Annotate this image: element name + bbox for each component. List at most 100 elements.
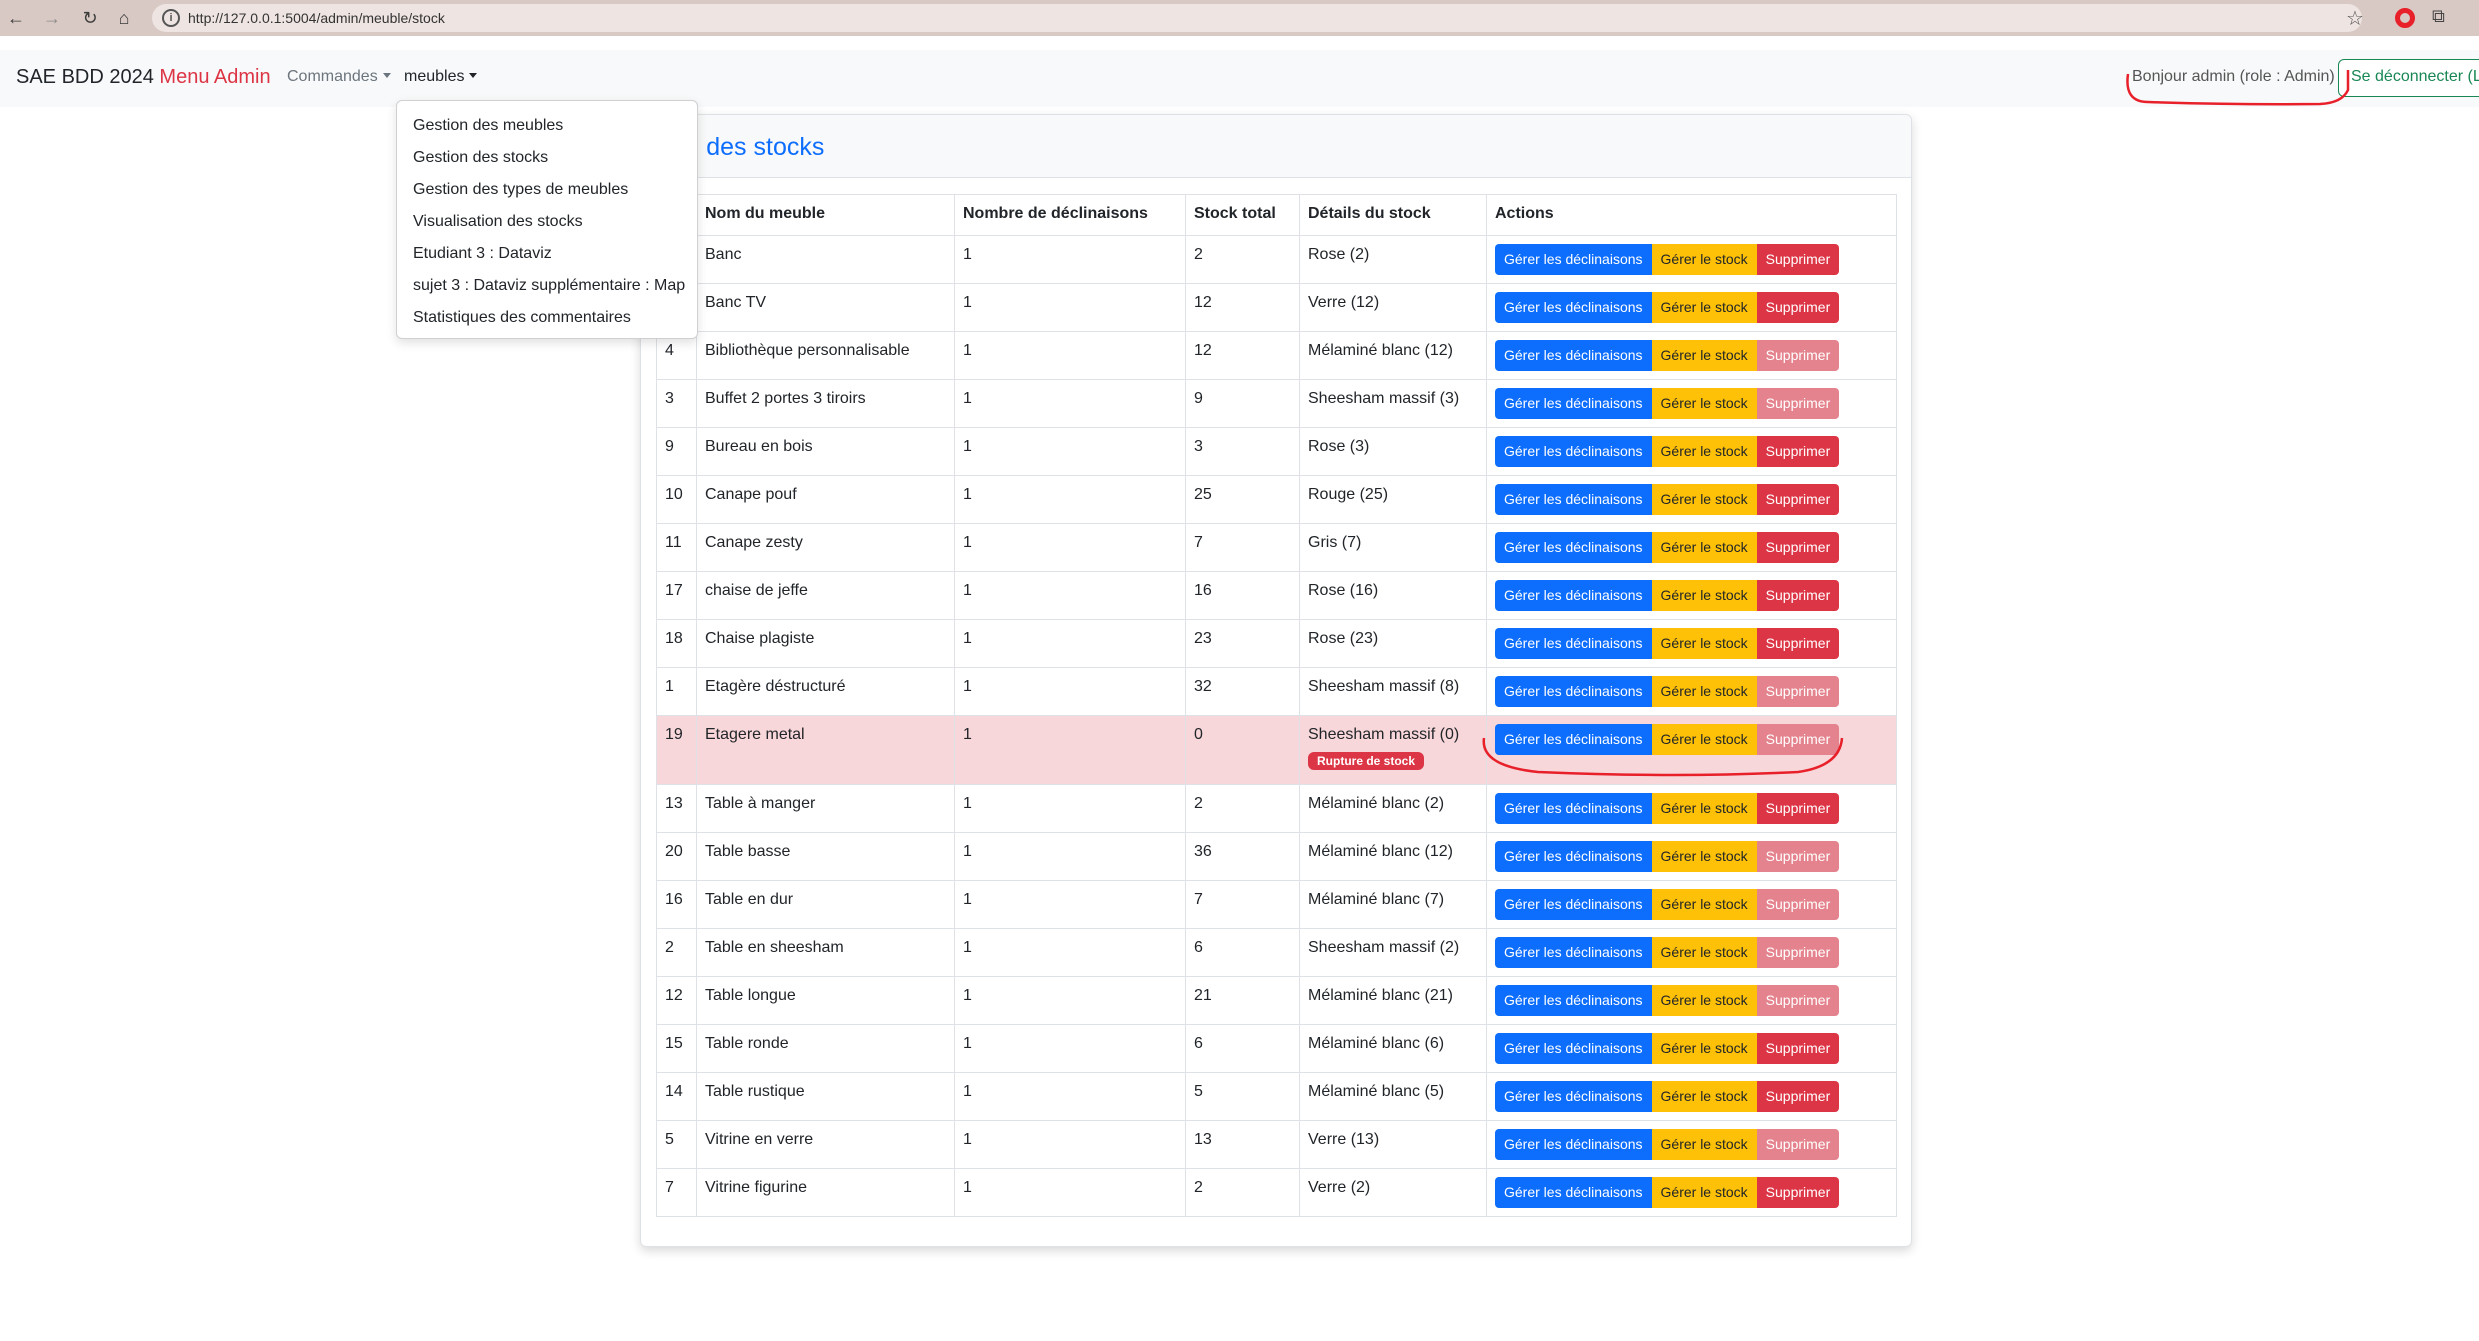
- manage-stock-button[interactable]: Gérer le stock: [1651, 793, 1757, 824]
- manage-stock-button[interactable]: Gérer le stock: [1651, 340, 1757, 371]
- manage-stock-button[interactable]: Gérer le stock: [1651, 580, 1757, 611]
- manage-variants-button[interactable]: Gérer les déclinaisons: [1495, 532, 1652, 563]
- manage-stock-button[interactable]: Gérer le stock: [1651, 388, 1757, 419]
- table-header-row: Nom du meuble Nombre de déclinaisons Sto…: [656, 194, 1897, 236]
- cell-details-text: Rose (3): [1308, 438, 1370, 455]
- table-row: 18 Chaise plagiste 1 23 Rose (23) Gérer les d…: [656, 619, 1897, 668]
- manage-stock-button[interactable]: Gérer le stock: [1651, 1177, 1757, 1208]
- delete-button[interactable]: Supprimer: [1756, 244, 1840, 275]
- manage-stock-button[interactable]: Gérer le stock: [1651, 244, 1757, 275]
- manage-variants-button[interactable]: Gérer les déclinaisons: [1495, 484, 1652, 515]
- back-icon[interactable]: ←: [6, 8, 26, 28]
- brand-accent: Menu Admin: [159, 66, 271, 88]
- delete-button[interactable]: Supprimer: [1756, 340, 1840, 371]
- delete-button[interactable]: Supprimer: [1756, 292, 1840, 323]
- manage-variants-button[interactable]: Gérer les déclinaisons: [1495, 244, 1652, 275]
- dropdown-item[interactable]: Visualisation des stocks: [397, 209, 697, 241]
- delete-button[interactable]: Supprimer: [1756, 1129, 1840, 1160]
- cell-id-text: 19: [665, 726, 683, 743]
- manage-variants-button[interactable]: Gérer les déclinaisons: [1495, 1177, 1652, 1208]
- cell-total: 32: [1185, 667, 1300, 716]
- dropdown-item[interactable]: sujet 3 : Dataviz supplémentaire : Map: [397, 273, 697, 305]
- manage-variants-button[interactable]: Gérer les déclinaisons: [1495, 1081, 1652, 1112]
- delete-button[interactable]: Supprimer: [1756, 436, 1840, 467]
- delete-button[interactable]: Supprimer: [1756, 532, 1840, 563]
- cell-details: Sheesham massif (3): [1299, 379, 1487, 428]
- reload-icon[interactable]: ↻: [80, 8, 100, 28]
- manage-stock-button[interactable]: Gérer le stock: [1651, 532, 1757, 563]
- delete-button[interactable]: Supprimer: [1756, 1033, 1840, 1064]
- manage-variants-button[interactable]: Gérer les déclinaisons: [1495, 937, 1652, 968]
- manage-variants-button[interactable]: Gérer les déclinaisons: [1495, 889, 1652, 920]
- manage-stock-button[interactable]: Gérer le stock: [1651, 436, 1757, 467]
- dropdown-item[interactable]: Etudiant 3 : Dataviz: [397, 241, 697, 273]
- cell-name-text: Etagere metal: [705, 726, 805, 743]
- cell-variants-text: 1: [963, 294, 972, 311]
- cell-total: 6: [1185, 928, 1300, 977]
- home-icon[interactable]: ⌂: [114, 8, 134, 28]
- delete-button[interactable]: Supprimer: [1756, 889, 1840, 920]
- nav-meubles-label: meubles: [404, 68, 465, 85]
- dropdown-item[interactable]: Gestion des types de meubles: [397, 177, 697, 209]
- manage-variants-button[interactable]: Gérer les déclinaisons: [1495, 580, 1652, 611]
- delete-button[interactable]: Supprimer: [1756, 1177, 1840, 1208]
- cell-id: 15: [656, 1024, 697, 1073]
- extensions-icon[interactable]: ⧉: [2432, 6, 2445, 27]
- delete-button[interactable]: Supprimer: [1756, 628, 1840, 659]
- delete-button[interactable]: Supprimer: [1756, 1081, 1840, 1112]
- manage-variants-button[interactable]: Gérer les déclinaisons: [1495, 1033, 1652, 1064]
- cell-details-text: Sheesham massif (0): [1308, 726, 1460, 743]
- opera-icon[interactable]: [2395, 8, 2415, 28]
- dropdown-item[interactable]: Gestion des stocks: [397, 145, 697, 177]
- bookmark-star-icon[interactable]: ☆: [2346, 6, 2364, 31]
- address-bar[interactable]: i http://127.0.0.1:5004/admin/meuble/sto…: [152, 4, 2362, 32]
- delete-button[interactable]: Supprimer: [1756, 841, 1840, 872]
- manage-stock-button[interactable]: Gérer le stock: [1651, 889, 1757, 920]
- manage-variants-button[interactable]: Gérer les déclinaisons: [1495, 985, 1652, 1016]
- cell-id-text: 3: [665, 390, 674, 407]
- manage-variants-button[interactable]: Gérer les déclinaisons: [1495, 793, 1652, 824]
- manage-stock-button[interactable]: Gérer le stock: [1651, 1129, 1757, 1160]
- delete-button[interactable]: Supprimer: [1756, 985, 1840, 1016]
- manage-stock-button[interactable]: Gérer le stock: [1651, 676, 1757, 707]
- site-info-icon[interactable]: i: [162, 9, 180, 27]
- manage-variants-button[interactable]: Gérer les déclinaisons: [1495, 340, 1652, 371]
- logout-button[interactable]: Se déconnecter (Lo: [2338, 59, 2479, 97]
- delete-button[interactable]: Supprimer: [1756, 937, 1840, 968]
- nav-meubles[interactable]: meubles: [404, 68, 478, 86]
- dropdown-item[interactable]: Statistiques des commentaires: [397, 305, 697, 337]
- cell-details-text: Sheesham massif (3): [1308, 390, 1460, 407]
- cell-name-text: Table en dur: [705, 891, 794, 908]
- manage-stock-button[interactable]: Gérer le stock: [1651, 937, 1757, 968]
- cell-variants-text: 1: [963, 891, 972, 908]
- manage-stock-button[interactable]: Gérer le stock: [1651, 841, 1757, 872]
- manage-stock-button[interactable]: Gérer le stock: [1651, 292, 1757, 323]
- cell-total-text: 2: [1194, 1179, 1203, 1196]
- manage-variants-button[interactable]: Gérer les déclinaisons: [1495, 292, 1652, 323]
- manage-variants-button[interactable]: Gérer les déclinaisons: [1495, 1129, 1652, 1160]
- forward-icon[interactable]: →: [42, 8, 62, 28]
- manage-stock-button[interactable]: Gérer le stock: [1651, 1033, 1757, 1064]
- cell-id-text: 15: [665, 1035, 683, 1052]
- delete-button[interactable]: Supprimer: [1756, 388, 1840, 419]
- manage-stock-button[interactable]: Gérer le stock: [1651, 985, 1757, 1016]
- cell-variants-text: 1: [963, 1131, 972, 1148]
- cell-actions: Gérer les déclinaisons Gérer le stock Supp…: [1486, 667, 1897, 716]
- delete-button[interactable]: Supprimer: [1756, 793, 1840, 824]
- nav-commandes[interactable]: Commandes: [287, 68, 391, 86]
- manage-variants-button[interactable]: Gérer les déclinaisons: [1495, 436, 1652, 467]
- delete-button[interactable]: Supprimer: [1756, 580, 1840, 611]
- manage-variants-button[interactable]: Gérer les déclinaisons: [1495, 676, 1652, 707]
- manage-stock-button[interactable]: Gérer le stock: [1651, 628, 1757, 659]
- manage-variants-button[interactable]: Gérer les déclinaisons: [1495, 628, 1652, 659]
- cell-total-text: 12: [1194, 342, 1212, 359]
- brand[interactable]: SAE BDD 2024 Menu Admin: [16, 66, 271, 89]
- manage-stock-button[interactable]: Gérer le stock: [1651, 1081, 1757, 1112]
- manage-variants-button[interactable]: Gérer les déclinaisons: [1495, 388, 1652, 419]
- delete-button[interactable]: Supprimer: [1756, 484, 1840, 515]
- manage-variants-button[interactable]: Gérer les déclinaisons: [1495, 841, 1652, 872]
- cell-id-text: 5: [665, 1131, 674, 1148]
- dropdown-item[interactable]: Gestion des meubles: [397, 113, 697, 145]
- delete-button[interactable]: Supprimer: [1756, 676, 1840, 707]
- manage-stock-button[interactable]: Gérer le stock: [1651, 484, 1757, 515]
